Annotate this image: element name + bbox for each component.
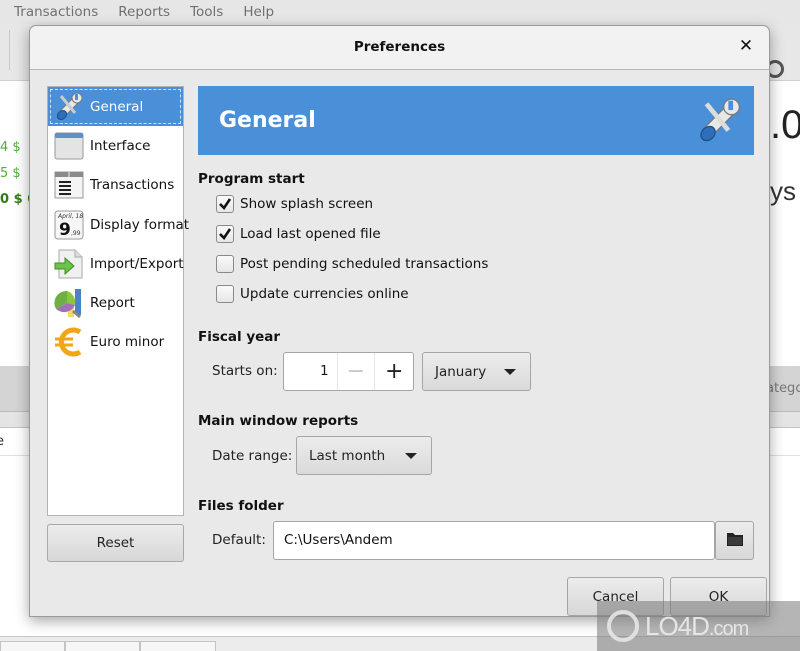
- bottom-tab[interactable]: [140, 641, 216, 651]
- sidebar-item-label: Report: [90, 295, 135, 312]
- load-last-file-checkbox[interactable]: Load last opened file: [216, 225, 381, 243]
- checkbox-label: Load last opened file: [240, 226, 381, 242]
- dialog-title: Preferences: [353, 39, 446, 55]
- preferences-sidebar: General Interface Transactions April, 18…: [47, 86, 189, 516]
- banner-title: General: [219, 108, 316, 133]
- checkbox-label: Post pending scheduled transactions: [240, 256, 489, 272]
- post-pending-transactions-checkbox[interactable]: Post pending scheduled transactions: [216, 255, 488, 273]
- sidebar-item-import-export[interactable]: Import/Export: [48, 244, 184, 283]
- checkbox-box[interactable]: [216, 285, 234, 303]
- window-icon: [52, 129, 86, 163]
- default-folder-input[interactable]: C:\Users\Andem: [273, 521, 715, 560]
- preferences-dialog: Preferences ✕ General Interface Transact…: [29, 25, 770, 617]
- toolbar-separator: [9, 30, 10, 70]
- checkbox-box[interactable]: [216, 225, 234, 243]
- date-range-label: Date range:: [212, 448, 293, 464]
- background-big-number: .0: [770, 103, 800, 147]
- import-export-icon: [52, 247, 86, 281]
- lo4d-logo-icon: [607, 610, 639, 642]
- default-folder-label: Default:: [212, 532, 266, 548]
- tools-icon: [694, 96, 744, 146]
- files-folder-heading: Files folder: [198, 498, 284, 514]
- svg-text:,99: ,99: [71, 230, 81, 237]
- watermark: LO4D.com: [597, 601, 800, 651]
- sidebar-item-display-format[interactable]: April, 18 9 ,99 Display format: [48, 205, 189, 244]
- close-icon: ✕: [738, 36, 754, 56]
- decrement-button[interactable]: −: [338, 353, 376, 390]
- folder-icon: [726, 531, 744, 551]
- checkbox-box[interactable]: [216, 255, 234, 273]
- section-banner: General: [198, 86, 754, 155]
- chevron-down-icon: [504, 369, 516, 375]
- date-range-value: Last month: [309, 447, 386, 464]
- sidebar-item-euro-minor[interactable]: Euro minor: [48, 323, 183, 362]
- dialog-titlebar[interactable]: Preferences ✕: [30, 26, 769, 70]
- close-button[interactable]: ✕: [737, 37, 755, 55]
- menu-help[interactable]: Help: [243, 4, 274, 20]
- sidebar-item-label: Transactions: [90, 177, 175, 194]
- plus-icon: +: [384, 359, 404, 384]
- sidebar-item-general[interactable]: General: [48, 87, 183, 127]
- menu-transactions[interactable]: Transactions: [14, 4, 98, 20]
- fiscal-day-value[interactable]: 1: [284, 353, 338, 390]
- sidebar-item-interface[interactable]: Interface: [48, 126, 183, 165]
- show-splash-screen-checkbox[interactable]: Show splash screen: [216, 195, 373, 213]
- fiscal-year-heading: Fiscal year: [198, 329, 281, 345]
- checkbox-label: Update currencies online: [240, 286, 409, 302]
- watermark-brand: LO4D: [645, 610, 710, 641]
- increment-button[interactable]: +: [375, 353, 413, 390]
- reset-button[interactable]: Reset: [47, 524, 184, 562]
- euro-icon: [52, 325, 86, 359]
- fiscal-day-stepper[interactable]: 1 − +: [283, 352, 414, 391]
- watermark-suffix: .com: [708, 617, 749, 640]
- report-chart-icon: [52, 286, 86, 320]
- sidebar-item-transactions[interactable]: Transactions: [48, 166, 183, 205]
- svg-text:April, 18: April, 18: [57, 213, 83, 220]
- bottom-tab[interactable]: [65, 641, 140, 651]
- sidebar-item-label: General: [90, 98, 144, 115]
- menu-reports[interactable]: Reports: [118, 4, 170, 20]
- sidebar-item-label: Euro minor: [90, 334, 165, 351]
- checkbox-label: Show splash screen: [240, 196, 374, 212]
- watermark-text: LO4D.com: [645, 610, 749, 642]
- background-column-header: atego: [766, 381, 800, 396]
- chevron-down-icon: [405, 453, 417, 459]
- update-currencies-checkbox[interactable]: Update currencies online: [216, 285, 409, 303]
- calendar-number-icon: April, 18 9 ,99: [52, 208, 86, 242]
- fiscal-month-value: January: [435, 363, 487, 380]
- sidebar-item-label: Interface: [90, 137, 151, 154]
- main-window-reports-heading: Main window reports: [198, 413, 359, 429]
- program-start-heading: Program start: [198, 171, 305, 187]
- fiscal-month-select[interactable]: January: [422, 352, 531, 391]
- tools-icon: [52, 90, 86, 124]
- starts-on-label: Starts on:: [212, 363, 278, 379]
- menu-tools[interactable]: Tools: [190, 4, 223, 20]
- sidebar-item-report[interactable]: Report: [48, 283, 183, 322]
- sidebar-item-label: Display format: [90, 216, 190, 233]
- browse-folder-button[interactable]: [715, 521, 754, 560]
- svg-text:9: 9: [59, 220, 71, 240]
- background-row-text: e: [0, 434, 4, 449]
- date-range-select[interactable]: Last month: [296, 436, 432, 475]
- sidebar-item-label: Import/Export: [90, 255, 184, 272]
- background-menubar: Transactions Reports Tools Help: [0, 0, 800, 24]
- checkbox-box[interactable]: [216, 195, 234, 213]
- background-subtext: ys: [770, 176, 796, 206]
- bottom-tab[interactable]: [0, 641, 65, 651]
- minus-icon: −: [346, 359, 366, 384]
- list-icon: [52, 168, 86, 202]
